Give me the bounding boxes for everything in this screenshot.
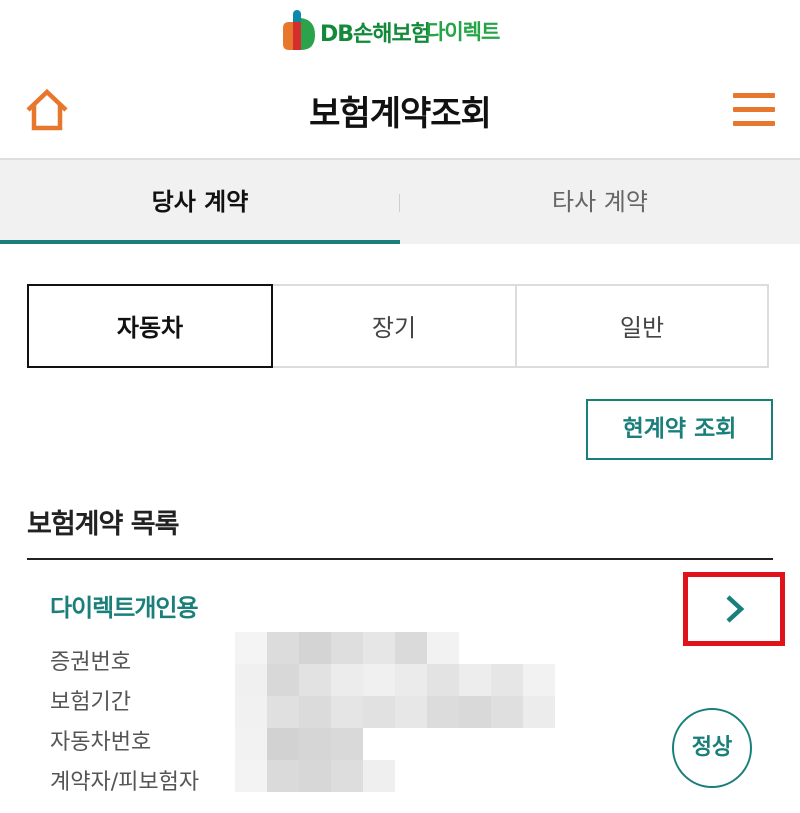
- segment-auto[interactable]: 자동차: [27, 284, 273, 368]
- redacted-values: [235, 632, 565, 792]
- detail-button[interactable]: [683, 572, 785, 646]
- tab-own-contracts[interactable]: 당사 계약: [0, 160, 400, 244]
- insurance-period-label: 보험기간: [50, 690, 131, 715]
- status-badge: 정상: [672, 708, 752, 788]
- company-tabs: 당사 계약 타사 계약: [0, 160, 800, 244]
- segment-general[interactable]: 일반: [515, 284, 769, 368]
- page-title: 보험계약조회: [309, 94, 492, 134]
- db-logo-icon: [283, 10, 315, 50]
- vehicle-number-label: 자동차번호: [50, 730, 152, 755]
- segment-long-term[interactable]: 장기: [273, 284, 517, 368]
- brand-name: DB손해보험: [320, 22, 431, 47]
- product-name[interactable]: 다이렉트개인용: [50, 588, 199, 623]
- hamburger-menu-icon[interactable]: [733, 93, 775, 129]
- list-divider: [27, 558, 773, 560]
- brand-subtitle: 다이렉트: [426, 20, 500, 44]
- tab-other-contracts[interactable]: 타사 계약: [400, 160, 800, 244]
- page-header: 보험계약조회: [0, 60, 800, 160]
- brand-bar: DB손해보험 다이렉트: [0, 0, 800, 61]
- policyholder-label: 계약자/피보험자: [50, 770, 200, 795]
- contract-list-title: 보험계약 목록: [27, 509, 179, 540]
- policy-number-label: 증권번호: [50, 650, 131, 675]
- current-contract-button[interactable]: 현계약 조회: [586, 399, 773, 460]
- chevron-right-icon: [726, 595, 745, 623]
